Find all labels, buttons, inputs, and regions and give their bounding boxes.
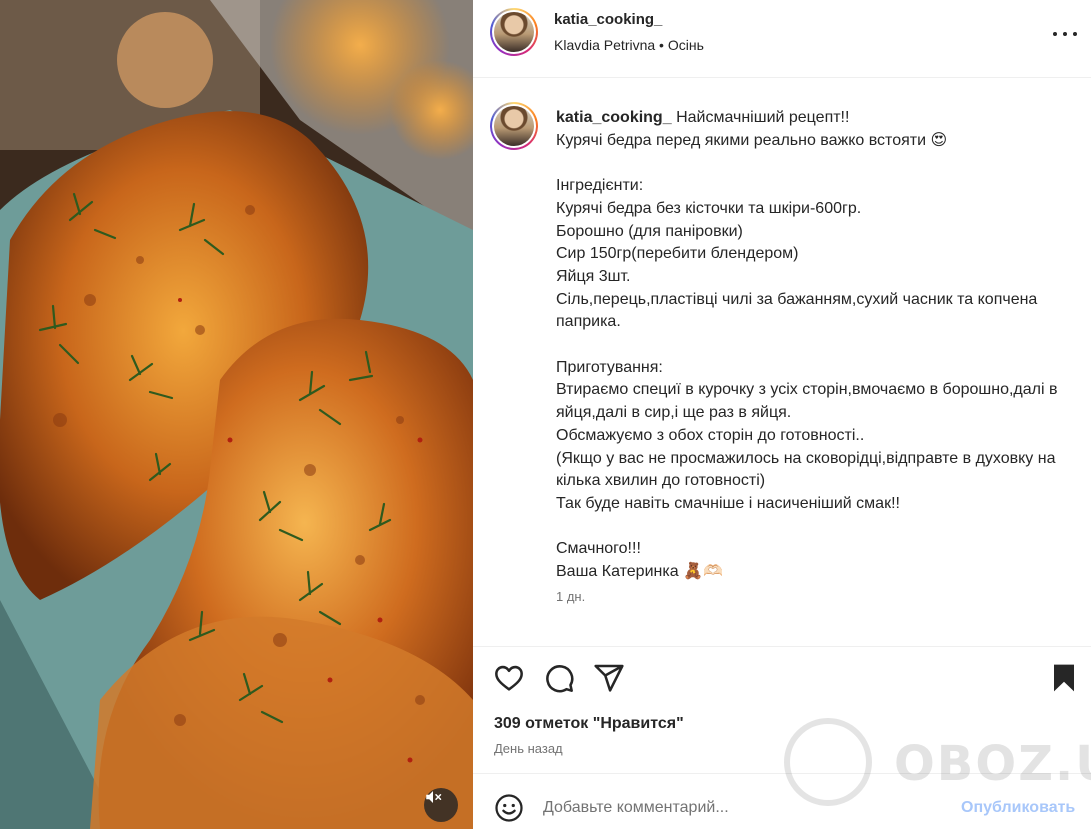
caption-body: Курячі бедра перед якими реально важко в… — [556, 131, 1058, 581]
post-date[interactable]: День назад — [494, 741, 563, 756]
heart-icon — [495, 665, 523, 691]
share-button[interactable] — [593, 662, 625, 694]
comment-button[interactable] — [543, 662, 575, 694]
mute-button[interactable] — [424, 788, 458, 822]
likes-count[interactable]: 309 отметок "Нравится" — [494, 715, 684, 733]
more-icon — [1053, 32, 1057, 36]
caption-avatar[interactable] — [490, 102, 538, 150]
header-subtitle[interactable]: Klavdia Petrivna • Осінь — [554, 37, 704, 53]
post-panel: katia_cooking_ Klavdia Petrivna • Осінь … — [473, 0, 1091, 829]
avatar-image — [494, 12, 534, 52]
food-photo — [0, 0, 473, 829]
caption-section: katia_cooking_ Найсмачніший рецепт!! Кур… — [473, 78, 1091, 646]
like-button[interactable] — [493, 662, 525, 694]
emoji-button[interactable] — [494, 793, 524, 823]
caption-first-line: Найсмачніший рецепт!! — [676, 109, 850, 126]
caption-text: katia_cooking_ Найсмачніший рецепт!! Кур… — [556, 107, 1081, 584]
post-header: katia_cooking_ Klavdia Petrivna • Осінь — [473, 0, 1091, 78]
comment-input[interactable] — [543, 796, 923, 820]
bookmark-icon — [1054, 664, 1074, 692]
save-button[interactable] — [1048, 662, 1080, 694]
header-username[interactable]: katia_cooking_ — [554, 11, 662, 28]
emoji-icon — [495, 794, 523, 822]
publish-button[interactable]: Опубликовать — [961, 799, 1075, 817]
comment-icon — [546, 665, 574, 693]
more-options-button[interactable] — [1051, 24, 1079, 44]
mute-icon — [426, 791, 442, 803]
action-bar: 309 отметок "Нравится" День назад — [473, 646, 1091, 774]
caption-username[interactable]: katia_cooking_ — [556, 109, 672, 126]
comment-bar: Опубликовать — [473, 773, 1091, 830]
post-media[interactable] — [0, 0, 473, 829]
avatar[interactable] — [490, 8, 538, 56]
share-icon — [594, 664, 624, 692]
caption-time[interactable]: 1 дн. — [556, 589, 585, 604]
